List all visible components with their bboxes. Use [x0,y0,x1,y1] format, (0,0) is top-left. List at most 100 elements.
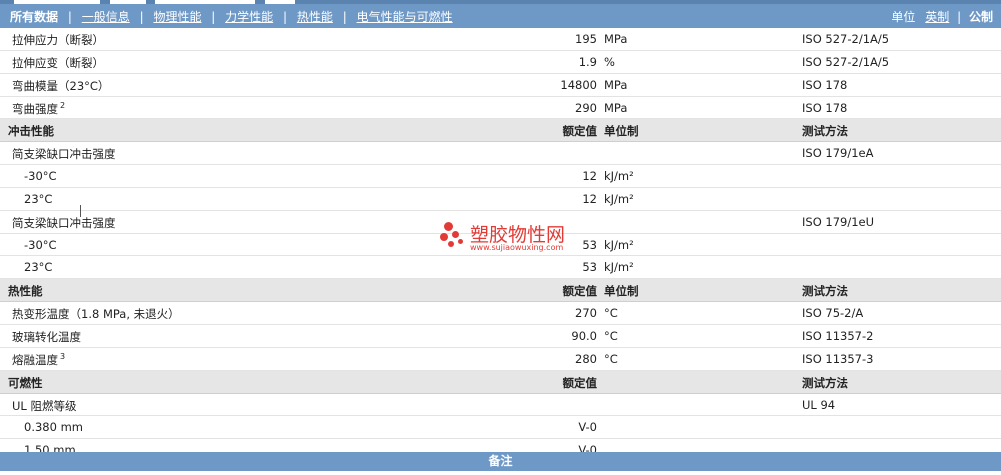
property-value: 290 [575,100,597,115]
test-method: ISO 179/1eA [802,146,874,161]
table-row: 玻璃转化温度 90.0 °C ISO 11357-2 [0,325,1001,348]
section-title: 热性能 [8,284,43,299]
property-value: 280 [575,351,597,366]
footnote-marker: 3 [60,351,66,361]
property-unit: MPa [604,100,628,115]
property-unit: kJ/m² [604,237,634,252]
nav-separator: | [342,10,347,24]
property-name: UL 阻燃等级 [12,398,77,413]
property-name: 拉伸应力（断裂） [12,33,104,47]
property-unit: MPa [604,77,628,92]
test-method: ISO 527-2/1A/5 [802,32,890,46]
section-header-row: 冲击性能 额定值 单位制 测试方法 [0,119,1001,143]
property-name: -30°C [24,237,57,252]
column-header-value: 额定值 [562,124,598,139]
property-value: 12 [582,191,597,206]
nav-separator: | [283,10,288,24]
test-method: ISO 178 [802,77,848,92]
property-value: 12 [582,169,597,184]
property-name: -30°C [24,169,57,184]
property-name: 简支梁缺口冲击强度 [12,147,116,162]
property-value: 53 [582,237,597,252]
section-header-row: 可燃性 额定值 测试方法 [0,370,1001,394]
section-header-row: 热性能 额定值 单位制 测试方法 [0,279,1001,303]
table-row: 热变形温度（1.8 MPa, 未退火） 270 °C ISO 75-2/A [0,302,1001,325]
text-cursor [80,205,83,217]
nav-physical[interactable]: 物理性能 [153,10,201,24]
property-value: 90.0 [571,328,597,343]
nav-separator: | [139,10,144,24]
footnote-marker: 2 [60,100,66,110]
nav-general-info[interactable]: 一般信息 [82,10,130,24]
section-title: 可燃性 [8,375,43,390]
test-method: ISO 179/1eU [802,214,875,229]
nav-thermal[interactable]: 热性能 [297,10,333,24]
property-value: V-0 [578,420,597,435]
property-name: 23°C [24,260,53,275]
watermark-logo-icon [440,222,468,248]
test-method: ISO 11357-2 [802,328,874,343]
property-value: 195 [575,32,597,46]
table-row: 弯曲模量（23°C） 14800 MPa ISO 178 [0,74,1001,97]
property-name: 弯曲模量（23°C） [12,78,110,93]
property-name: 拉伸应变（断裂） [12,55,104,70]
property-name: 玻璃转化温度 [12,329,81,344]
table-row: 熔融温度 3 280 °C ISO 11357-3 [0,348,1001,371]
table-row: 23°C 53 kJ/m² [0,256,1001,280]
test-method: ISO 178 [802,100,848,115]
table-row: 0.380 mm V-0 [0,416,1001,440]
property-unit: °C [604,306,618,321]
property-value: 53 [582,260,597,275]
section-title: 冲击性能 [8,124,54,139]
table-row: 23°C 12 kJ/m² [0,188,1001,211]
nav-electrical-flammability[interactable]: 电气性能与可燃性 [357,10,453,24]
nav-mechanical[interactable]: 力学性能 [225,10,273,24]
property-name: 弯曲强度 2 [12,100,66,116]
column-header-value: 额定值 [562,284,598,299]
column-header-unit: 单位制 [604,284,639,299]
column-header-method: 测试方法 [802,375,848,390]
units-label: 单位 [891,10,916,24]
column-header-method: 测试方法 [802,124,848,139]
unit-metric-link[interactable]: 公制 [969,10,993,24]
table-row: 拉伸应变（断裂） 1.9% ISO 527-2/1A/5 [0,51,1001,74]
property-value: 270 [575,306,597,321]
table-row: 拉伸应力（断裂） 195 MPa ISO 527-2/1A/5 [0,28,1001,51]
test-method: ISO 527-2/1A/5 [802,54,890,69]
test-method: ISO 11357-3 [802,351,874,366]
tab-strip [0,0,1001,4]
nav-all-data[interactable]: 所有数据 [10,10,58,24]
property-name: 熔融温度 3 [12,351,66,367]
property-value: 14800 [560,77,597,92]
nav-separator: | [211,10,216,24]
property-name: 热变形温度（1.8 MPa, 未退火） [12,307,180,322]
table-row: UL 阻燃等级 UL 94 [0,394,1001,417]
property-unit: % [604,54,615,69]
units-separator: | [957,10,962,24]
section-nav: 所有数据 | 一般信息 | 物理性能 | 力学性能 | 热性能 | 电气性能与可… [10,8,453,25]
column-header-unit: 单位制 [604,124,639,139]
test-method: UL 94 [802,397,836,412]
property-unit: °C [604,351,618,366]
property-unit: kJ/m² [604,169,634,184]
property-value: 1.9 [578,54,597,69]
property-name: 23°C [24,191,53,206]
property-unit: °C [604,328,618,343]
property-name: 0.380 mm [24,420,83,435]
watermark-url: www.sujiaowuxing.com [470,243,564,252]
unit-imperial-link[interactable]: 英制 [925,10,949,24]
table-row: -30°C 12 kJ/m² [0,165,1001,188]
nav-separator: | [67,10,72,24]
column-header-method: 测试方法 [802,284,848,299]
column-header-value: 额定值 [562,375,598,390]
property-unit: MPa [604,32,628,46]
property-unit: kJ/m² [604,260,634,275]
table-row: 弯曲强度 2 290 MPa ISO 178 [0,97,1001,120]
test-method: ISO 75-2/A [802,306,864,321]
unit-switcher: 单位 英制 | 公制 [891,8,993,25]
property-name: 简支梁缺口冲击强度 [12,215,116,230]
property-unit: kJ/m² [604,191,634,206]
table-row: 简支梁缺口冲击强度 ISO 179/1eA [0,142,1001,166]
top-nav-bar: 所有数据 | 一般信息 | 物理性能 | 力学性能 | 热性能 | 电气性能与可… [0,0,1001,28]
notes-header: 备注 [0,452,1001,471]
